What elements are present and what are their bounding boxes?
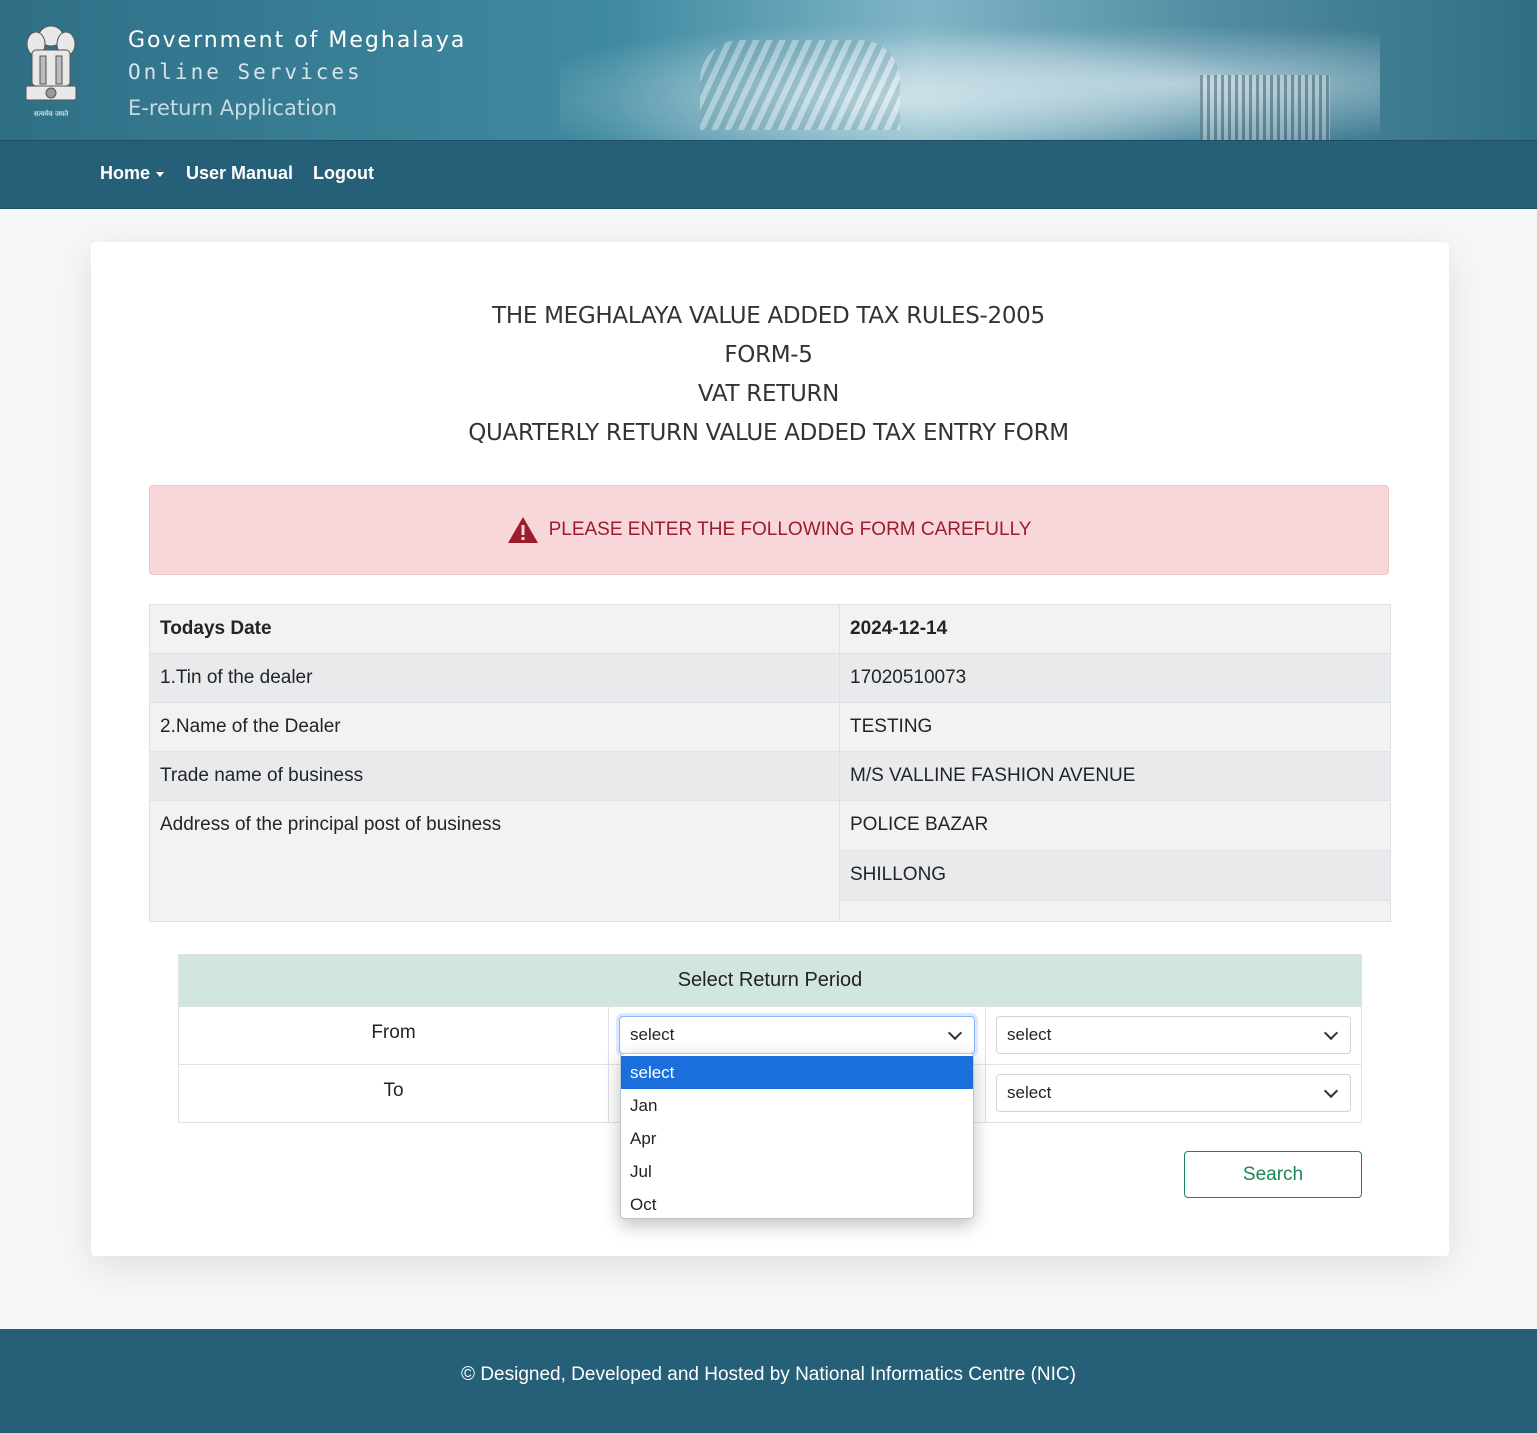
dealer-name-label: 2.Name of the Dealer — [150, 703, 840, 751]
main-navbar: Home User Manual Logout — [0, 140, 1537, 209]
trade-name-label: Trade name of business — [150, 752, 840, 800]
from-month-select[interactable]: select — [619, 1016, 975, 1054]
address-line-1: POLICE BAZAR — [840, 801, 1390, 851]
to-label: To — [179, 1065, 609, 1122]
option-jul[interactable]: Jul — [621, 1155, 973, 1188]
option-select[interactable]: select — [621, 1056, 973, 1089]
form-heading-rules: THE MEGHALAYA VALUE ADDED TAX RULES-2005 — [492, 303, 1045, 329]
search-button[interactable]: Search — [1184, 1151, 1362, 1198]
header-banner: सत्यमेव जयते Government of Meghalaya Onl… — [0, 0, 1537, 140]
dealer-info-table: Todays Date 2024-12-14 1.Tin of the deal… — [149, 604, 1391, 922]
site-footer: © Designed, Developed and Hosted by Nati… — [0, 1329, 1537, 1433]
nav-home-dropdown[interactable]: Home — [100, 163, 165, 184]
address-line-2: SHILLONG — [840, 851, 1390, 901]
from-year-value: select — [1007, 1025, 1052, 1044]
form-heading-vat: VAT RETURN — [697, 381, 840, 407]
to-year-value: select — [1007, 1083, 1052, 1102]
address-values: POLICE BAZAR SHILLONG — [840, 801, 1390, 921]
address-label: Address of the principal post of busines… — [150, 801, 840, 921]
form-heading-title: QUARTERLY RETURN VALUE ADDED TAX ENTRY F… — [468, 420, 1069, 446]
todays-date-label: Todays Date — [150, 605, 840, 653]
option-oct[interactable]: Oct — [621, 1188, 973, 1218]
warning-alert: PLEASE ENTER THE FOLLOWING FORM CAREFULL… — [149, 485, 1389, 575]
table-row: Todays Date 2024-12-14 — [150, 605, 1390, 654]
alert-text: PLEASE ENTER THE FOLLOWING FORM CAREFULL… — [548, 519, 1032, 540]
nav-home-label: Home — [100, 163, 151, 183]
site-subtitle: Online Services — [128, 60, 363, 84]
nav-user-manual[interactable]: User Manual — [186, 163, 293, 184]
form-heading-form: FORM-5 — [724, 342, 813, 368]
national-emblem-icon: सत्यमेव जयते — [25, 25, 77, 118]
footer-text: © Designed, Developed and Hosted by Nati… — [461, 1364, 1076, 1385]
todays-date-value: 2024-12-14 — [850, 618, 948, 639]
emblem-caption: सत्यमेव जयते — [34, 109, 69, 118]
table-row: 2.Name of the Dealer TESTING — [150, 703, 1390, 752]
from-month-value: select — [630, 1025, 675, 1044]
chevron-down-icon — [1323, 1025, 1339, 1041]
from-year-cell: select — [986, 1007, 1361, 1064]
table-row: 1.Tin of the dealer 17020510073 — [150, 654, 1390, 703]
option-jan[interactable]: Jan — [621, 1089, 973, 1122]
dealer-name-value: TESTING — [850, 716, 933, 737]
to-year-select[interactable]: select — [996, 1074, 1351, 1112]
caret-down-icon — [156, 171, 165, 177]
tin-value: 17020510073 — [850, 667, 967, 688]
site-title: Government of Meghalaya — [128, 28, 467, 53]
chevron-down-icon — [1323, 1083, 1339, 1099]
from-label: From — [179, 1007, 609, 1064]
nav-logout[interactable]: Logout — [313, 163, 374, 184]
from-year-select[interactable]: select — [996, 1016, 1351, 1054]
warning-triangle-icon — [507, 517, 538, 543]
return-period-heading: Select Return Period — [179, 955, 1361, 1006]
tin-label: 1.Tin of the dealer — [150, 654, 840, 702]
to-year-cell: select — [986, 1065, 1361, 1122]
chevron-down-icon — [947, 1025, 963, 1041]
banner-decoration — [700, 40, 900, 130]
banner-decoration-bars — [1200, 75, 1330, 140]
table-row: Address of the principal post of busines… — [150, 801, 1390, 921]
option-apr[interactable]: Apr — [621, 1122, 973, 1155]
table-row: Trade name of business M/S VALLINE FASHI… — [150, 752, 1390, 801]
from-month-options: select Jan Apr Jul Oct — [620, 1053, 974, 1219]
app-name: E-return Application — [128, 96, 338, 120]
address-line-3 — [840, 901, 1390, 921]
trade-name-value: M/S VALLINE FASHION AVENUE — [850, 765, 1136, 786]
